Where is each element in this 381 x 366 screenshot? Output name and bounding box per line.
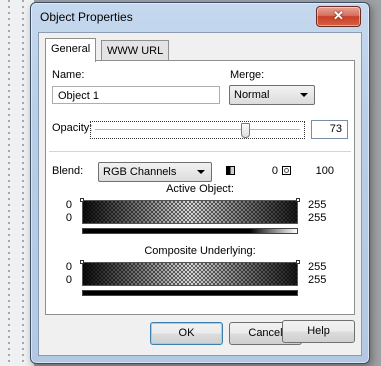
chevron-down-icon [197,170,205,174]
object-properties-dialog: Object Properties ✕ General WWW URL Name… [30,2,370,364]
composite-underlying-title: Composite Underlying: [144,245,256,257]
composite-range-bar[interactable] [82,262,298,286]
divider [49,151,351,152]
merge-label: Merge: [230,69,265,81]
blend-value: RGB Channels [103,166,177,178]
help-button[interactable]: Help [282,320,355,343]
name-field[interactable]: Object 1 [52,86,220,104]
close-icon: ✕ [333,8,344,23]
white-level-icon [282,166,291,175]
active-object-gradient [82,228,298,234]
opacity-slider[interactable] [90,121,305,139]
opacity-slider-thumb[interactable] [240,123,250,138]
composite-gradient [82,290,298,296]
active-left-top-value: 0 [65,199,72,211]
active-range-low-handle[interactable] [80,198,84,202]
active-right-bottom-value: 255 [308,212,327,224]
tab-general[interactable]: General [45,38,97,62]
composite-left-bottom-value: 0 [65,274,72,286]
dialog-title: Object Properties [40,10,133,24]
merge-value: Normal [234,89,270,101]
dialog-client-area: General WWW URL Name: Object 1 Merge: No… [38,32,362,356]
opacity-slider-track [95,129,300,130]
tab-www-url[interactable]: WWW URL [101,40,170,61]
composite-right-bottom-value: 255 [308,274,327,286]
active-right-top-value: 255 [308,199,327,211]
ok-button[interactable]: OK [150,322,223,345]
name-label: Name: [52,69,85,81]
opacity-value-field[interactable]: 73 [311,120,348,139]
composite-right-top-value: 255 [308,261,327,273]
black-level-icon [226,166,235,175]
composite-range-high-handle[interactable] [296,260,300,264]
blend-high-value: 100 [315,165,334,177]
blend-low-value: 0 [271,165,278,177]
composite-left-top-value: 0 [65,261,72,273]
opacity-label: Opacity: [52,122,93,134]
composite-range-low-handle[interactable] [80,260,84,264]
close-button[interactable]: ✕ [316,6,361,27]
title-bar[interactable]: Object Properties ✕ [31,3,369,31]
chevron-down-icon [300,93,308,97]
selection-marquee [8,0,24,366]
active-range-high-handle[interactable] [296,198,300,202]
merge-dropdown[interactable]: Normal [229,85,315,105]
active-object-range-bar[interactable] [82,200,298,224]
active-object-title: Active Object: [166,183,234,195]
blend-label: Blend: [52,165,84,177]
blend-dropdown[interactable]: RGB Channels [98,162,212,182]
active-left-bottom-value: 0 [65,212,72,224]
general-tab-panel: Name: Object 1 Merge: Normal Opacity: 73… [45,60,355,315]
